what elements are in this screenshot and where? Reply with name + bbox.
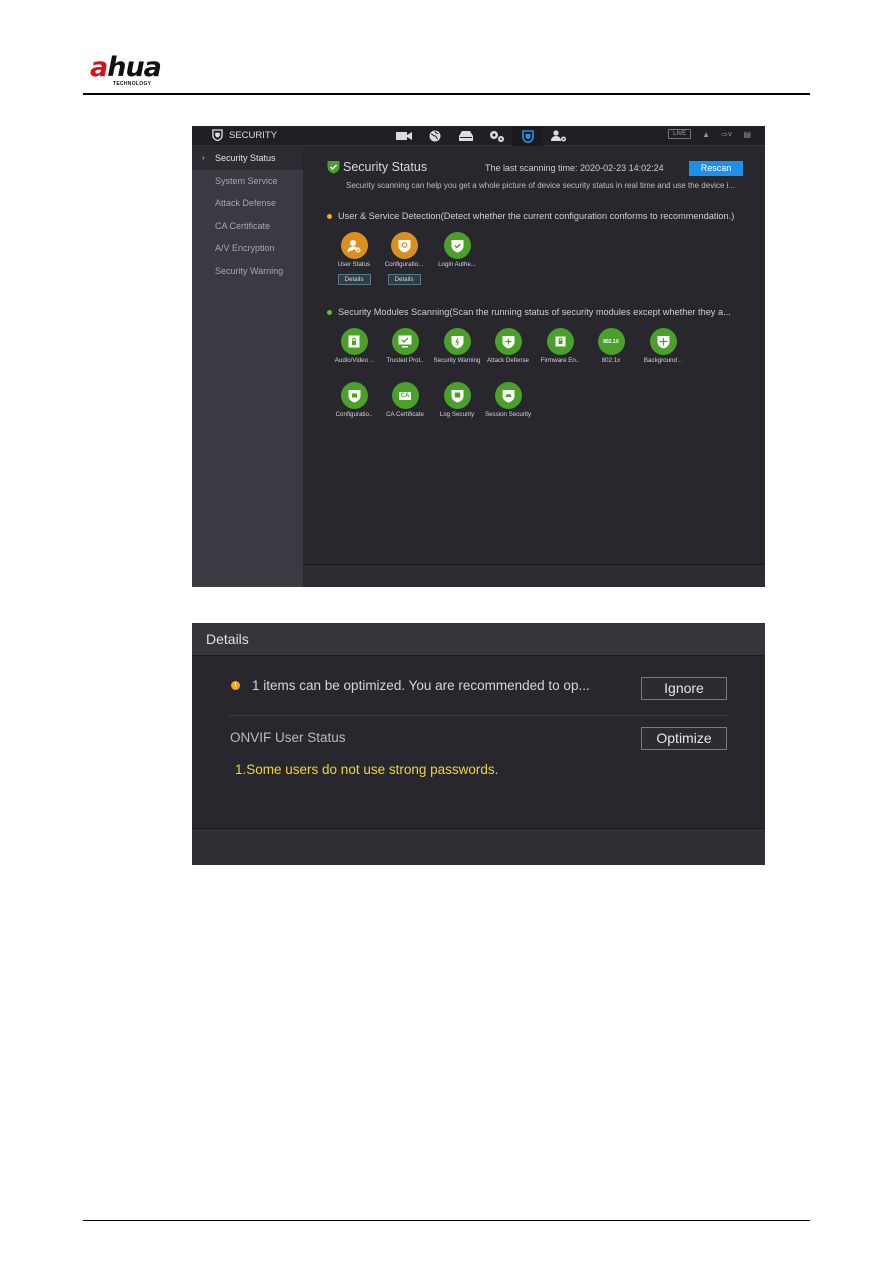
details-button[interactable]: Details [337,274,371,285]
sidebar-item-attack-defense[interactable]: Attack Defense [192,192,303,215]
details-dialog: Details ! 1 items can be optimized. You … [192,623,765,865]
dahua-logo: ahua TECHNOLOGY [90,52,200,91]
configuration-shield-icon [390,232,418,259]
av-lock-icon [340,328,368,355]
dialog-title: Details [206,631,249,647]
tile-session-security[interactable]: Session Security [480,382,536,418]
summary-text: 1 items can be optimized. You are recomm… [252,678,590,693]
tile-8021x[interactable]: 802.1X 802.1x [583,328,639,364]
tile-configuration[interactable]: Configuratio... Details [376,232,432,286]
warning-dot-icon [327,213,332,219]
security-shield-nav-icon[interactable] [512,126,543,146]
security-status-screenshot: SECURITY LIVE ▲ ⇨˅ ▤ › Security Status Sy… [192,126,765,587]
user-status-icon [340,232,368,259]
menu-grid-icon[interactable]: ▤ [743,130,751,139]
ca-certificate-icon: CA [391,382,419,409]
log-shield-icon [443,382,471,409]
warning-icon: ! [231,681,240,690]
tile-audio-video[interactable]: Audio/Video .. [326,328,382,364]
system-settings-icon[interactable] [481,126,512,146]
tile-trusted-protection[interactable]: Trusted Prot.. [377,328,433,364]
tile-background[interactable]: Background .. [635,328,691,364]
config-shield-icon [340,382,368,409]
tile-user-status[interactable]: User Status Details [326,232,382,286]
account-icon[interactable] [543,126,574,146]
sidebar-item-security-warning[interactable]: Security Warning [192,260,303,283]
warning-shield-icon [443,328,471,355]
ok-dot-icon [327,309,332,315]
user-service-heading: User & Service Detection(Detect whether … [327,211,734,221]
background-shield-icon [649,328,677,355]
header-rule [83,93,810,95]
details-button[interactable]: Details [387,274,421,285]
check-shield-icon [327,161,340,174]
login-auth-shield-icon [443,232,471,259]
sidebar-item-ca-certificate[interactable]: CA Certificate [192,215,303,238]
dialog-footer [192,828,765,865]
security-shield-icon [212,129,223,141]
last-scan-time: The last scanning time: 2020-02-23 14:02… [485,163,664,173]
user-icon[interactable]: ▲ [702,130,710,139]
live-button[interactable]: LIVE [668,129,692,139]
page-title: Security Status [327,160,427,174]
defense-shield-icon [494,328,522,355]
security-status-content: Security Status The last scanning time: … [303,147,765,587]
tile-security-warning[interactable]: Security Warning [429,328,485,364]
tile-log-security[interactable]: Log Security [429,382,485,418]
brand-tagline: TECHNOLOGY [113,81,152,87]
tile-firmware-encryption[interactable]: Firmware En.. [532,328,588,364]
sidebar-item-security-status[interactable]: › Security Status [192,147,303,170]
optimization-summary: ! 1 items can be optimized. You are reco… [231,678,590,693]
menu-title[interactable]: SECURITY [212,129,277,141]
network-globe-icon[interactable] [419,126,450,146]
dialog-header: Details [192,623,765,656]
storage-icon[interactable] [450,126,481,146]
onvif-user-status-label: ONVIF User Status [230,730,346,745]
trusted-monitor-icon [391,328,419,355]
status-bar [303,564,765,587]
tile-attack-defense[interactable]: Attack Defense [480,328,536,364]
logout-icon[interactable]: ⇨˅ [721,130,732,139]
scan-description: Security scanning can help you get a who… [346,181,736,190]
topbar-right: LIVE ▲ ⇨˅ ▤ [668,129,751,139]
tile-login-authentication[interactable]: Login Authe... [429,232,485,268]
camera-icon[interactable] [388,126,419,146]
firmware-chip-icon [546,328,574,355]
ignore-button[interactable]: Ignore [641,677,727,700]
session-shield-icon [494,382,522,409]
divider [230,715,727,716]
top-bar: SECURITY LIVE ▲ ⇨˅ ▤ [192,126,765,146]
optimize-button[interactable]: Optimize [641,727,727,750]
weak-password-warning: 1.Some users do not use strong passwords… [235,762,499,777]
footer-rule [83,1220,810,1221]
tile-configuration-security[interactable]: Configuratio.. [326,382,382,418]
main-nav [388,126,574,146]
brand-wordmark: ahua [90,52,162,83]
sidebar-item-system-service[interactable]: System Service [192,170,303,193]
sidebar-item-av-encryption[interactable]: A/V Encryption [192,237,303,260]
rescan-button[interactable]: Rescan [689,161,743,176]
8021x-icon: 802.1X [597,328,625,355]
menu-title-label: SECURITY [229,129,278,141]
chevron-right-icon: › [202,153,205,162]
sidebar: › Security Status System Service Attack D… [192,147,303,587]
modules-heading: Security Modules Scanning(Scan the runni… [327,307,731,317]
tile-ca-certificate[interactable]: CA CA Certificate [377,382,433,418]
